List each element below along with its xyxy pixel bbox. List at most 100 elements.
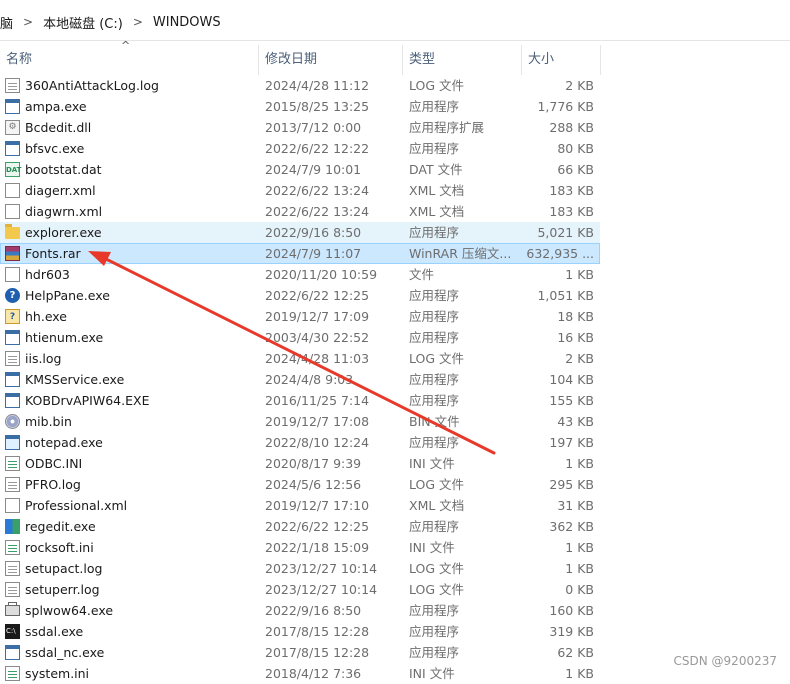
file-size: 1 KB xyxy=(565,666,594,681)
file-row[interactable]: notepad.exe 2022/8/10 12:24 应用程序 197 KB xyxy=(0,432,600,453)
file-row[interactable]: Professional.xml 2019/12/7 17:10 XML 文档 31 … xyxy=(0,495,600,516)
file-date: 2022/6/22 12:25 xyxy=(265,519,370,534)
file-row[interactable]: splwow64.exe 2022/9/16 8:50 应用程序 160 KB xyxy=(0,600,600,621)
file-row[interactable]: 360AntiAttackLog.log 2024/4/28 11:12 LOG 文… xyxy=(0,75,600,96)
file-row[interactable]: DAT bootstat.dat 2024/7/9 10:01 DAT 文件 66 KB xyxy=(0,159,600,180)
column-header-size[interactable]: 大小 xyxy=(522,45,600,75)
xml-file-icon xyxy=(5,498,20,513)
ini-file-icon xyxy=(5,666,20,681)
file-row[interactable]: Fonts.rar 2024/7/9 11:07 WinRAR 压缩文... 632,… xyxy=(0,243,600,264)
file-size: 80 KB xyxy=(557,141,594,156)
file-type: 应用程序 xyxy=(409,330,460,345)
file-type: DAT 文件 xyxy=(409,162,463,177)
column-divider[interactable] xyxy=(600,45,601,75)
regedit-icon xyxy=(5,519,20,534)
file-size: 183 KB xyxy=(549,183,594,198)
file-row[interactable]: regedit.exe 2022/6/22 12:25 应用程序 362 KB xyxy=(0,516,600,537)
address-bar[interactable]: 脑 > 本地磁盘 (C:) > WINDOWS xyxy=(0,0,790,41)
file-type: 应用程序 xyxy=(409,372,460,387)
file-row[interactable]: rocksoft.ini 2022/1/18 15:09 INI 文件 1 KB xyxy=(0,537,600,558)
xml-file-icon xyxy=(5,183,20,198)
file-type: 应用程序 xyxy=(409,624,460,639)
file-row[interactable]: ? hh.exe 2019/12/7 17:09 应用程序 18 KB xyxy=(0,306,600,327)
file-name: bfsvc.exe xyxy=(25,141,85,156)
file-row[interactable]: explorer.exe 2022/9/16 8:50 应用程序 5,021 KB xyxy=(0,222,600,243)
file-row[interactable]: diagwrn.xml 2022/6/22 13:24 XML 文档 183 KB xyxy=(0,201,600,222)
file-row[interactable]: bfsvc.exe 2022/6/22 12:22 应用程序 80 KB xyxy=(0,138,600,159)
file-type: LOG 文件 xyxy=(409,351,465,366)
file-size: 104 KB xyxy=(549,372,594,387)
file-row[interactable]: mib.bin 2019/12/7 17:08 BIN 文件 43 KB xyxy=(0,411,600,432)
file-row[interactable]: C:\ ssdal.exe 2017/8/15 12:28 应用程序 319 KB xyxy=(0,621,600,642)
file-name: ssdal.exe xyxy=(25,624,84,639)
file-size: 1 KB xyxy=(565,561,594,576)
file-row[interactable]: hdr603 2020/11/20 10:59 文件 1 KB xyxy=(0,264,600,285)
file-size: 1,051 KB xyxy=(537,288,594,303)
xml-file-icon xyxy=(5,204,20,219)
winrar-archive-icon xyxy=(5,246,20,261)
file-date: 2016/11/25 7:14 xyxy=(265,393,370,408)
file-date: 2022/9/16 8:50 xyxy=(265,603,362,618)
file-row[interactable]: diagerr.xml 2022/6/22 13:24 XML 文档 183 KB xyxy=(0,180,600,201)
ini-file-icon xyxy=(5,540,20,555)
file-row[interactable]: iis.log 2024/4/28 11:03 LOG 文件 2 KB xyxy=(0,348,600,369)
file-date: 2023/12/27 10:14 xyxy=(265,561,378,576)
breadcrumb-item-pc[interactable]: 脑 xyxy=(0,13,17,32)
file-size: 0 KB xyxy=(565,582,594,597)
file-type: XML 文档 xyxy=(409,183,465,198)
file-row[interactable]: KMSService.exe 2024/4/8 9:03 应用程序 104 KB xyxy=(0,369,600,390)
file-date: 2013/7/12 0:00 xyxy=(265,120,362,135)
column-header-name[interactable]: 名称 xyxy=(0,45,258,75)
log-file-icon xyxy=(5,78,20,93)
file-type: WinRAR 压缩文... xyxy=(409,246,512,261)
breadcrumb-item-drive-c[interactable]: 本地磁盘 (C:) xyxy=(39,13,127,32)
file-row[interactable]: htienum.exe 2003/4/30 22:52 应用程序 16 KB xyxy=(0,327,600,348)
file-date: 2017/8/15 12:28 xyxy=(265,645,370,660)
ini-file-icon xyxy=(5,456,20,471)
file-row[interactable]: ssdal_nc.exe 2017/8/15 12:28 应用程序 62 KB xyxy=(0,642,600,663)
file-size: 31 KB xyxy=(557,498,594,513)
file-name: regedit.exe xyxy=(25,519,96,534)
watermark: CSDN @9200237 xyxy=(673,654,777,668)
file-size: 62 KB xyxy=(557,645,594,660)
file-name: rocksoft.ini xyxy=(25,540,94,555)
breadcrumb-item-windows[interactable]: WINDOWS xyxy=(149,15,225,30)
file-row[interactable]: KOBDrvAPIW64.EXE 2016/11/25 7:14 应用程序 155 K… xyxy=(0,390,600,411)
file-date: 2015/8/25 13:25 xyxy=(265,99,370,114)
exe-icon xyxy=(5,141,20,156)
notepad-icon xyxy=(5,435,20,450)
file-name: htienum.exe xyxy=(25,330,104,345)
breadcrumb: 脑 > 本地磁盘 (C:) > WINDOWS xyxy=(0,12,225,32)
file-name: KOBDrvAPIW64.EXE xyxy=(25,393,150,408)
blank-file-icon xyxy=(5,267,20,282)
file-list: 360AntiAttackLog.log 2024/4/28 11:12 LOG 文… xyxy=(0,75,600,684)
file-size: 1,776 KB xyxy=(537,99,594,114)
file-name: diagwrn.xml xyxy=(25,204,103,219)
file-row[interactable]: setuperr.log 2023/12/27 10:14 LOG 文件 0 KB xyxy=(0,579,600,600)
file-date: 2022/6/22 12:25 xyxy=(265,288,370,303)
file-row[interactable]: ODBC.INI 2020/8/17 9:39 INI 文件 1 KB xyxy=(0,453,600,474)
file-size: 288 KB xyxy=(549,120,594,135)
file-type: INI 文件 xyxy=(409,666,455,681)
column-header-date[interactable]: 修改日期 xyxy=(259,45,402,75)
chevron-right-icon[interactable]: > xyxy=(17,15,39,29)
file-size: 43 KB xyxy=(557,414,594,429)
file-size: 1 KB xyxy=(565,456,594,471)
file-type: 应用程序 xyxy=(409,99,460,114)
file-size: 66 KB xyxy=(557,162,594,177)
file-size: 295 KB xyxy=(549,477,594,492)
file-row[interactable]: system.ini 2018/4/12 7:36 INI 文件 1 KB xyxy=(0,663,600,684)
file-row[interactable]: ampa.exe 2015/8/25 13:25 应用程序 1,776 KB xyxy=(0,96,600,117)
chevron-right-icon[interactable]: > xyxy=(127,15,149,29)
file-size: 5,021 KB xyxy=(537,225,594,240)
file-date: 2019/12/7 17:10 xyxy=(265,498,370,513)
file-row[interactable]: setupact.log 2023/12/27 10:14 LOG 文件 1 KB xyxy=(0,558,600,579)
file-name: mib.bin xyxy=(25,414,72,429)
file-size: 2 KB xyxy=(565,78,594,93)
column-header-type[interactable]: 类型 xyxy=(403,45,521,75)
file-date: 2024/5/6 12:56 xyxy=(265,477,362,492)
file-name: splwow64.exe xyxy=(25,603,114,618)
file-row[interactable]: PFRO.log 2024/5/6 12:56 LOG 文件 295 KB xyxy=(0,474,600,495)
file-row[interactable]: ? HelpPane.exe 2022/6/22 12:25 应用程序 1,051 KB xyxy=(0,285,600,306)
file-row[interactable]: Bcdedit.dll 2013/7/12 0:00 应用程序扩展 288 KB xyxy=(0,117,600,138)
